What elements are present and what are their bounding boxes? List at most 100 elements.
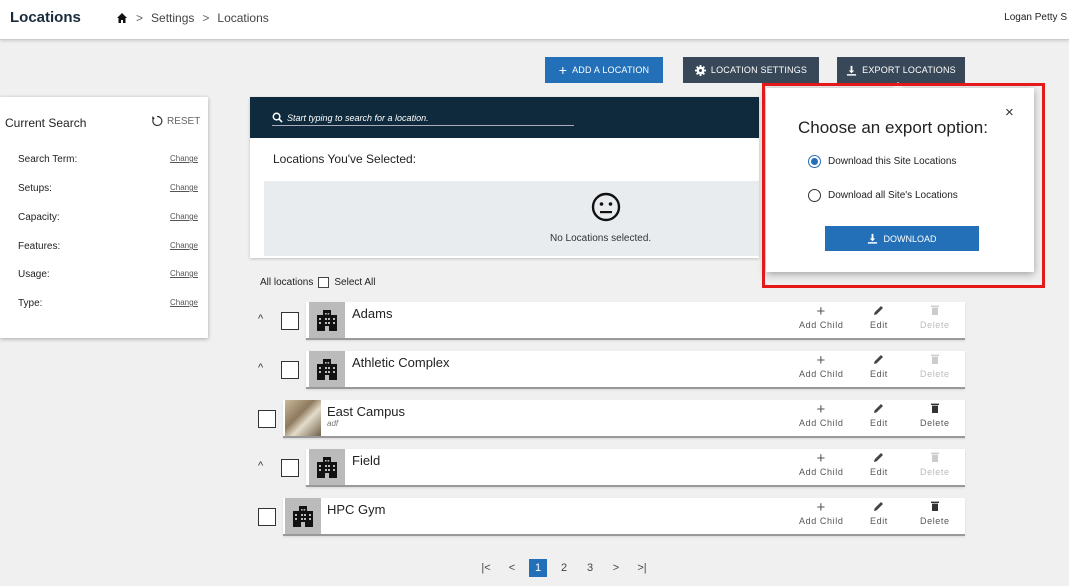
delete-button[interactable]: Delete [920,304,950,330]
filter-row-usage: Usage: Change [18,269,198,280]
list-item: ^ Adams + Add Child Edit Delete [250,302,965,340]
delete-label: Delete [920,369,950,379]
reset-button[interactable]: RESET [151,115,200,127]
filter-label: Setups: [18,183,52,194]
add-child-button[interactable]: + Add Child [799,353,844,380]
edit-button[interactable]: Edit [870,402,888,428]
add-child-label: Add Child [799,516,844,526]
radio-button[interactable] [808,189,821,202]
edit-button[interactable]: Edit [870,304,888,330]
change-link[interactable]: Change [170,154,198,163]
select-all-row: All locations Select All [260,277,376,288]
edit-button[interactable]: Edit [870,500,888,526]
download-button[interactable]: DOWNLOAD [825,226,979,251]
change-link[interactable]: Change [170,298,198,307]
location-name[interactable]: HPC Gym [327,502,386,517]
delete-button[interactable]: Delete [920,451,950,477]
app-title: Locations [10,9,81,26]
user-name[interactable]: Logan Petty S [1004,12,1067,23]
chevron-up-icon[interactable]: ^ [258,460,263,472]
row-card: East Campus adf + Add Child Edit Delete [283,400,965,438]
breadcrumb: > Settings > Locations [116,11,269,25]
prev-page-button[interactable]: < [503,559,521,577]
add-child-label: Add Child [799,418,844,428]
neutral-face-icon [591,192,621,222]
next-page-button[interactable]: > [607,559,625,577]
select-all-checkbox[interactable] [318,277,330,288]
delete-label: Delete [920,418,950,428]
pencil-icon [870,500,888,516]
home-icon[interactable] [116,12,128,24]
export-locations-button[interactable]: EXPORT LOCATIONS [837,57,965,83]
building-icon [309,449,345,485]
filter-label: Features: [18,241,61,252]
radio-button-checked[interactable] [808,155,821,168]
add-child-label: Add Child [799,467,844,477]
chevron-up-icon[interactable]: ^ [258,362,263,374]
add-child-button[interactable]: + Add Child [799,402,844,429]
row-checkbox[interactable] [281,459,299,477]
change-link[interactable]: Change [170,269,198,278]
plus-icon: + [816,499,826,516]
select-all-label[interactable]: Select All [334,277,375,288]
download-icon [846,65,857,76]
export-option-all-sites[interactable]: Download all Site's Locations [808,189,958,202]
edit-label: Edit [870,418,888,428]
edit-label: Edit [870,369,888,379]
change-link[interactable]: Change [170,183,198,192]
delete-label: Delete [920,467,950,477]
page-button-1[interactable]: 1 [529,559,547,577]
pencil-icon [870,353,888,369]
list-item: HPC Gym + Add Child Edit Delete [250,498,965,536]
last-page-button[interactable]: >| [633,559,651,577]
search-input[interactable]: Start typing to search for a location. [272,110,574,126]
filter-title: Current Search [5,116,87,130]
edit-button[interactable]: Edit [870,353,888,379]
building-icon [309,351,345,387]
list-item: ^ Athletic Complex + Add Child Edit Delet… [250,351,965,389]
plus-icon: + [816,450,826,467]
row-checkbox[interactable] [258,410,276,428]
first-page-button[interactable]: |< [477,559,495,577]
row-checkbox[interactable] [281,312,299,330]
row-checkbox[interactable] [258,508,276,526]
edit-button[interactable]: Edit [870,451,888,477]
filter-panel: Current Search RESET Search Term: Change… [0,97,208,338]
add-child-button[interactable]: + Add Child [799,450,844,478]
location-name[interactable]: Athletic Complex [352,355,450,370]
list-item: East Campus adf + Add Child Edit Delete [250,400,965,438]
reset-label: RESET [167,115,201,127]
building-icon [309,302,345,338]
location-settings-button[interactable]: LOCATION SETTINGS [683,57,819,83]
location-name[interactable]: East Campus [327,404,405,419]
location-name[interactable]: Adams [352,306,392,321]
add-child-button[interactable]: + Add Child [799,499,844,527]
row-checkbox[interactable] [281,361,299,379]
breadcrumb-locations: Locations [217,11,269,25]
change-link[interactable]: Change [170,241,198,250]
list-item: ^ Field + Add Child Edit Delete [250,449,965,487]
trash-icon [920,451,950,467]
page-button-3[interactable]: 3 [581,559,599,577]
location-description: adf [327,419,339,428]
export-option-this-site[interactable]: Download this Site Locations [808,155,956,168]
add-child-label: Add Child [799,369,844,379]
breadcrumb-settings[interactable]: Settings [151,11,194,25]
location-photo [285,400,321,436]
filter-row-search-term: Search Term: Change [18,154,198,165]
gear-icon [694,64,706,76]
close-icon[interactable]: × [1005,104,1014,121]
location-name[interactable]: Field [352,453,380,468]
delete-button[interactable]: Delete [920,500,950,526]
export-option-label: Download this Site Locations [828,156,957,167]
chevron-up-icon[interactable]: ^ [258,313,263,325]
filter-label: Usage: [18,269,50,280]
page-button-2[interactable]: 2 [555,559,573,577]
delete-button[interactable]: Delete [920,353,950,379]
filter-label: Type: [18,298,43,309]
delete-button[interactable]: Delete [920,402,950,428]
add-child-button[interactable]: + Add Child [799,304,843,331]
pencil-icon [870,402,888,418]
change-link[interactable]: Change [170,212,198,221]
add-location-button[interactable]: + ADD A LOCATION [545,57,663,83]
